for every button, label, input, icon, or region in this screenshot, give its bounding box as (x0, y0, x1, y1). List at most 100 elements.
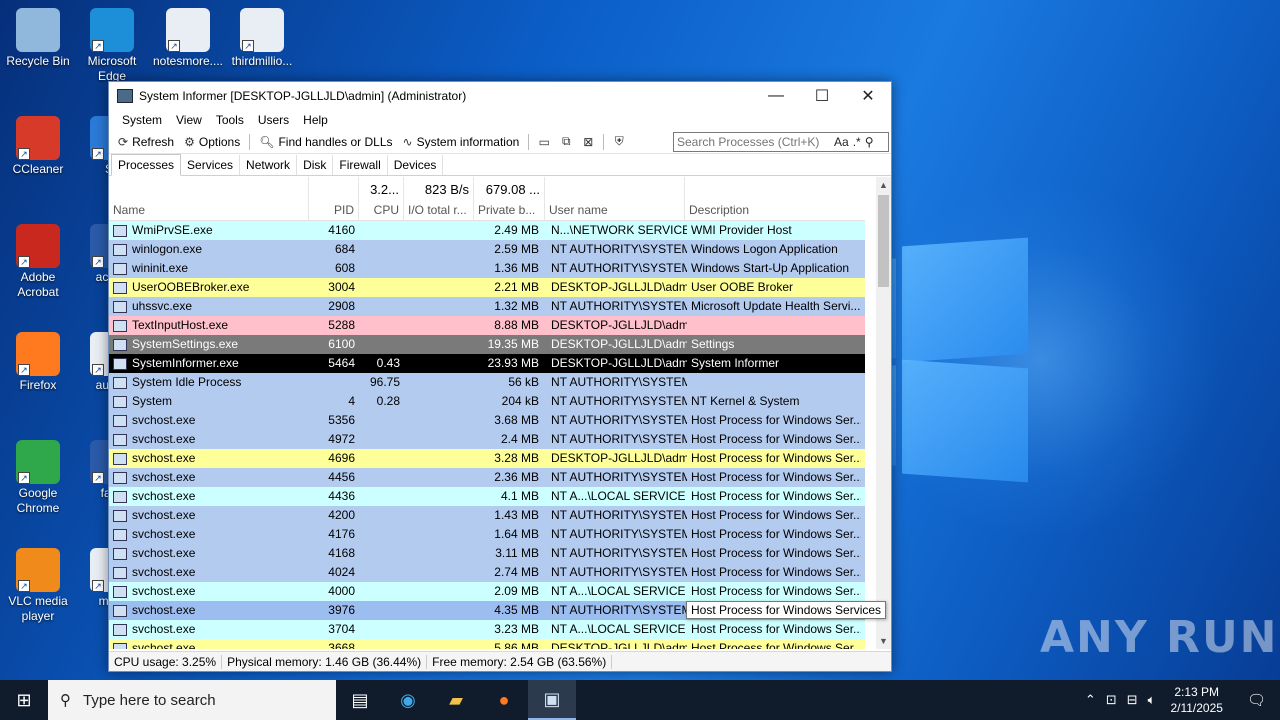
process-tree[interactable]: Name PID 3.2... CPU 823 B/s I/O total r...… (109, 177, 865, 649)
table-row[interactable]: svchost.exe 4176 1.64 MB NT AUTHORITY\SYSTE… (109, 525, 865, 544)
table-row[interactable]: svchost.exe 4000 2.09 MB NT A...\LOCAL SERV… (109, 582, 865, 601)
process-io (405, 506, 469, 525)
table-row[interactable]: UserOOBEBroker.exe 3004 2.21 MB DESKTOP-JGL… (109, 278, 865, 297)
desktop-icon[interactable]: ↗ thirdmillio... (224, 8, 300, 69)
find-handles-button[interactable]: 🔍︎ Find handles or DLLs (254, 135, 397, 149)
window-icon[interactable]: ▭ (533, 135, 555, 149)
process-name-cell: SystemInformer.exe (113, 354, 309, 373)
shield-icon[interactable]: ⛨ (608, 134, 630, 149)
find-window-icon[interactable]: ⧉ (555, 134, 577, 149)
column-header-name[interactable]: Name (109, 177, 309, 221)
case-sensitive-toggle[interactable]: Aa (832, 135, 851, 149)
menu-users[interactable]: Users (251, 113, 296, 127)
desktop-icon[interactable]: ↗ Google Chrome (0, 440, 76, 516)
table-row[interactable]: svchost.exe 4024 2.74 MB NT AUTHORITY\SYSTE… (109, 563, 865, 582)
task-view-icon[interactable]: ▤ (336, 680, 384, 720)
table-row[interactable]: svchost.exe 4200 1.43 MB NT AUTHORITY\SYSTE… (109, 506, 865, 525)
menu-help[interactable]: Help (296, 113, 335, 127)
desktop-icon[interactable]: Recycle Bin (0, 8, 76, 69)
desktop-icon[interactable]: ↗ VLC media player (0, 548, 76, 624)
menu-view[interactable]: View (169, 113, 209, 127)
process-description: Host Process for Windows Ser... (691, 527, 861, 541)
process-cpu (359, 335, 400, 354)
desktop-icon[interactable]: ↗ Microsoft Edge (74, 8, 150, 84)
column-header-private-bytes[interactable]: 679.08 ... Private b... (474, 177, 545, 221)
shortcut-arrow-icon: ↗ (18, 472, 30, 484)
search-icon[interactable]: ⚲ (863, 135, 876, 149)
column-header-pid[interactable]: PID (309, 177, 359, 221)
desktop-icon[interactable]: ↗ CCleaner (0, 116, 76, 177)
scrollbar-thumb[interactable] (878, 195, 889, 287)
process-description: Settings (691, 337, 735, 351)
process-user: NT AUTHORITY\SYSTEM (551, 603, 687, 617)
network-icon[interactable]: ⊡ (1101, 692, 1122, 708)
taskbar-search[interactable]: ⚲ Type here to search (48, 680, 336, 720)
process-cpu (359, 316, 400, 335)
tab-services[interactable]: Services (181, 155, 241, 175)
process-icon (113, 357, 127, 370)
chevron-up-icon[interactable]: ⌃ (1080, 692, 1101, 708)
process-pid: 4176 (328, 527, 355, 541)
table-row[interactable]: svchost.exe 3668 5.86 MB DESKTOP-JGLLJLD\ad… (109, 639, 865, 649)
table-row[interactable]: WmiPrvSE.exe 4160 2.49 MB N...\NETWORK SERV… (109, 221, 865, 240)
table-row[interactable]: svchost.exe 5356 3.68 MB NT AUTHORITY\SYSTE… (109, 411, 865, 430)
table-row[interactable]: TextInputHost.exe 5288 8.88 MB DESKTOP-JGLL… (109, 316, 865, 335)
scroll-up-icon[interactable]: ▲ (876, 177, 891, 193)
column-header-cpu[interactable]: 3.2... CPU (359, 177, 404, 221)
table-row[interactable]: winlogon.exe 684 2.59 MB NT AUTHORITY\SYSTE… (109, 240, 865, 259)
tab-network[interactable]: Network (240, 155, 298, 175)
search-input[interactable] (674, 134, 832, 149)
tab-firewall[interactable]: Firewall (333, 155, 388, 175)
file-explorer-icon[interactable]: ▰ (432, 680, 480, 720)
desktop-icon[interactable]: ↗ Firefox (0, 332, 76, 393)
table-row[interactable]: wininit.exe 608 1.36 MB NT AUTHORITY\SYSTEM… (109, 259, 865, 278)
free-memory-status: Free memory: 2.54 GB (63.56%) (427, 654, 613, 669)
refresh-button[interactable]: ⟳ Refresh (113, 135, 179, 149)
vertical-scrollbar[interactable]: ▲ ▼ (876, 177, 891, 649)
options-button[interactable]: ⚙ Options (179, 135, 245, 149)
column-header-user-name[interactable]: User name (545, 177, 685, 221)
table-row[interactable]: svchost.exe 4436 4.1 MB NT A...\LOCAL SERVI… (109, 487, 865, 506)
close-button[interactable]: ✕ (845, 82, 891, 110)
maximize-button[interactable]: ☐ (799, 82, 845, 110)
regex-toggle[interactable]: .* (851, 135, 863, 149)
minimize-button[interactable]: — (753, 82, 799, 110)
table-row[interactable]: svchost.exe 3704 3.23 MB NT A...\LOCAL SERV… (109, 620, 865, 639)
clock[interactable]: 2:13 PM 2/11/2025 (1160, 684, 1233, 716)
volume-icon[interactable]: 🔈︎ (1143, 692, 1161, 708)
tab-disk[interactable]: Disk (297, 155, 334, 175)
system-informer-taskbar-icon[interactable]: ▣ (528, 680, 576, 720)
table-row[interactable]: System 4 0.28 204 kB NT AUTHORITY\SYSTEM NT K… (109, 392, 865, 411)
table-row[interactable]: SystemSettings.exe 6100 19.35 MB DESKTOP-JG… (109, 335, 865, 354)
ethernet-icon[interactable]: ⊟ (1122, 692, 1143, 708)
start-button[interactable]: ⊞ (0, 680, 48, 720)
menu-tools[interactable]: Tools (209, 113, 251, 127)
desktop-icon[interactable]: ↗ notesmore.... (150, 8, 226, 69)
process-icon (113, 224, 127, 237)
tab-devices[interactable]: Devices (388, 155, 444, 175)
table-row[interactable]: svchost.exe 4696 3.28 MB DESKTOP-JGLLJLD\ad… (109, 449, 865, 468)
firefox-taskbar-icon[interactable]: ● (480, 680, 528, 720)
column-header-io[interactable]: 823 B/s I/O total r... (404, 177, 474, 221)
kill-window-icon[interactable]: ⊠ (577, 135, 599, 149)
process-name: System (132, 394, 173, 408)
tab-processes[interactable]: Processes (111, 154, 182, 176)
process-user: DESKTOP-JGLLJLD\admi (551, 318, 687, 332)
system-information-button[interactable]: ∿ System information (398, 135, 525, 149)
table-row[interactable]: uhssvc.exe 2908 1.32 MB NT AUTHORITY\SYSTEM… (109, 297, 865, 316)
table-row[interactable]: SystemInformer.exe 5464 0.43 23.93 MB DESKTO… (109, 354, 865, 373)
notification-icon[interactable]: 🗨︎ (1233, 691, 1280, 709)
edge-taskbar-icon[interactable]: ◉ (384, 680, 432, 720)
column-header-description[interactable]: Description (685, 177, 865, 221)
table-row[interactable]: svchost.exe 4972 2.4 MB NT AUTHORITY\SYSTEM… (109, 430, 865, 449)
table-row[interactable]: svchost.exe 4168 3.11 MB NT AUTHORITY\SYSTE… (109, 544, 865, 563)
table-row[interactable]: System Idle Process 96.75 56 kB NT AUTHORIT… (109, 373, 865, 392)
scroll-down-icon[interactable]: ▼ (876, 633, 891, 649)
system-informer-window[interactable]: System Informer [DESKTOP-JGLLJLD\admin] … (108, 81, 892, 672)
process-icon (113, 414, 127, 427)
table-row[interactable]: svchost.exe 4456 2.36 MB NT AUTHORITY\SYSTE… (109, 468, 865, 487)
title-bar[interactable]: System Informer [DESKTOP-JGLLJLD\admin] … (109, 82, 891, 110)
search-box[interactable]: Aa .* ⚲ (673, 131, 889, 152)
desktop-icon[interactable]: ↗ Adobe Acrobat (0, 224, 76, 300)
menu-system[interactable]: System (115, 113, 169, 127)
